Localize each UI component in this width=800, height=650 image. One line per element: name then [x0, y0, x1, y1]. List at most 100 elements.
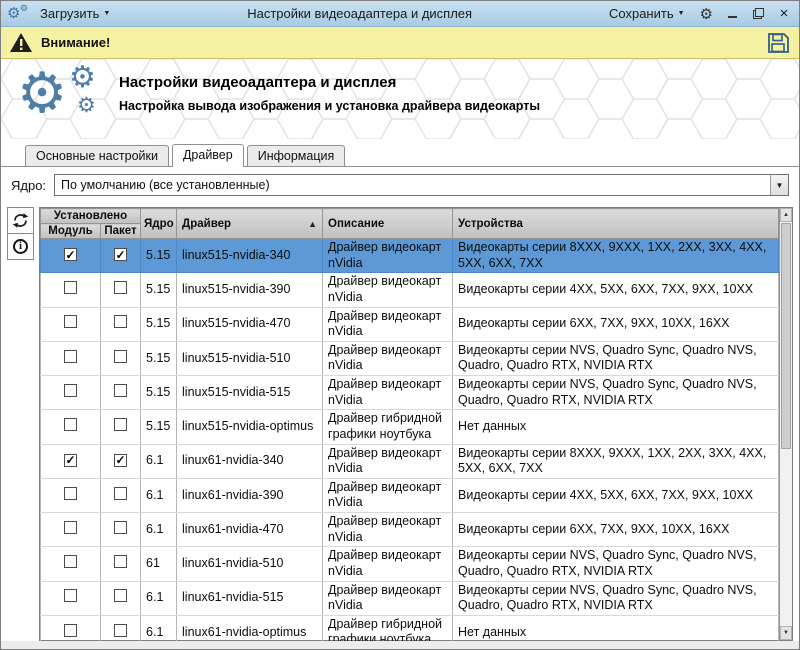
titlebar: ⚙ ⚙ Загрузить ▼ Настройки видеоадаптера и… [1, 1, 799, 27]
table-row[interactable]: 5.15 linux515-nvidia-515 Драйвер видеокарт… [40, 374, 779, 411]
package-cell [99, 306, 142, 342]
devices-cell: Видеокарты серии 8XXX, 9XXX, 1XX, 2XX, 3… [452, 443, 779, 479]
column-header-driver-label: Драйвер [182, 217, 232, 230]
module-checkbox[interactable] [64, 281, 77, 295]
module-checkbox[interactable] [64, 349, 77, 363]
module-checkbox[interactable] [64, 555, 77, 569]
kernel-cell: 5.15 [140, 272, 178, 308]
tab-basic-settings[interactable]: Основные настройки [25, 145, 169, 166]
info-icon: i [13, 239, 28, 254]
package-checkbox[interactable] [114, 520, 127, 534]
table-row[interactable]: 6.1 linux61-nvidia-390 Драйвер видеокарт n… [40, 477, 779, 514]
devices-cell: Видеокарты серии NVS, Quadro Sync, Quadr… [452, 340, 779, 377]
floppy-disk-icon [768, 32, 789, 53]
package-checkbox[interactable] [114, 486, 127, 500]
settings-gear-icon[interactable]: ⚙ [698, 5, 715, 23]
vertical-scrollbar[interactable]: ▲ ▼ [779, 208, 792, 640]
table-row[interactable]: 5.15 linux515-nvidia-390 Драйвер видеокарт… [40, 272, 779, 308]
column-header-installed[interactable]: Установлено [39, 208, 142, 224]
minimize-button[interactable] [723, 5, 741, 23]
driver-cell: linux61-nvidia-510 [176, 546, 324, 582]
module-checkbox[interactable] [64, 520, 77, 534]
window-bottom-strip [1, 641, 799, 649]
table-row[interactable]: 6.1 linux61-nvidia-515 Драйвер видеокарт n… [40, 580, 779, 616]
table-row[interactable]: 5.15 linux515-nvidia-510 Драйвер видеокарт… [40, 340, 779, 377]
load-menu-label: Загрузить [40, 6, 100, 21]
load-menu-button[interactable]: Загрузить ▼ [35, 4, 115, 23]
devices-cell: Видеокарты серии NVS, Quadro Sync, Quadr… [452, 580, 779, 616]
package-checkbox[interactable] [114, 281, 127, 295]
devices-cell: Видеокарты серии 6XX, 7XX, 9XX, 10XX, 16… [452, 511, 779, 548]
package-checkbox[interactable] [114, 349, 127, 363]
large-gear-icon: ⚙ [17, 61, 68, 124]
scrollbar-track[interactable] [780, 222, 792, 626]
module-checkbox[interactable] [64, 589, 77, 603]
table-row[interactable]: ✓ ✓ 5.15 linux515-nvidia-340 Драйвер видеока… [40, 237, 779, 274]
table-row[interactable]: 61 linux61-nvidia-510 Драйвер видеокарт nV… [40, 546, 779, 582]
driver-table-body: ✓ ✓ 5.15 linux515-nvidia-340 Драйвер видеока… [40, 237, 779, 649]
medium-gear-icon: ⚙ [69, 61, 96, 94]
table-row[interactable]: 6.1 linux61-nvidia-470 Драйвер видеокарт n… [40, 511, 779, 548]
driver-cell: linux515-nvidia-515 [176, 374, 324, 411]
scrollbar-thumb[interactable] [781, 223, 791, 450]
package-checkbox[interactable] [114, 418, 127, 432]
module-checkbox[interactable] [64, 383, 77, 397]
package-cell [99, 477, 142, 514]
description-cell: Драйвер видеокарт nVidia [322, 272, 454, 308]
kernel-cell: 5.15 [140, 409, 178, 445]
table-row[interactable]: 5.15 linux515-nvidia-optimus Драйвер гибри… [40, 409, 779, 445]
scroll-up-button[interactable]: ▲ [780, 208, 792, 222]
package-checkbox[interactable]: ✓ [114, 453, 127, 467]
module-checkbox[interactable]: ✓ [64, 453, 77, 467]
refresh-button[interactable] [7, 207, 34, 234]
package-checkbox[interactable] [114, 315, 127, 329]
package-checkbox[interactable] [114, 555, 127, 569]
description-cell: Драйвер видеокарт nVidia [322, 237, 454, 274]
column-header-devices[interactable]: Устройства [452, 208, 779, 239]
package-checkbox[interactable]: ✓ [114, 248, 127, 262]
table-header: Установлено Ядро Драйвер ▲ Описание Устр… [39, 208, 779, 239]
devices-cell: Видеокарты серии 6XX, 7XX, 9XX, 10XX, 16… [452, 306, 779, 342]
kernel-dropdown-button[interactable]: ▼ [770, 175, 788, 195]
column-header-description[interactable]: Описание [322, 208, 454, 239]
module-checkbox[interactable] [64, 486, 77, 500]
chevron-down-icon: ▼ [775, 180, 784, 190]
package-checkbox[interactable] [114, 623, 127, 637]
package-checkbox[interactable] [114, 383, 127, 397]
tab-bar: Основные настройки Драйвер Информация [1, 139, 799, 167]
module-cell [40, 374, 101, 411]
driver-cell: linux515-nvidia-390 [176, 272, 324, 308]
save-file-button[interactable] [765, 30, 791, 56]
kernel-cell: 6.1 [140, 477, 178, 514]
table-row[interactable]: 5.15 linux515-nvidia-470 Драйвер видеокарт… [40, 306, 779, 342]
column-header-driver[interactable]: Драйвер ▲ [176, 208, 324, 239]
module-checkbox[interactable] [64, 418, 77, 432]
package-cell: ✓ [99, 443, 142, 479]
driver-cell: linux61-nvidia-470 [176, 511, 324, 548]
column-header-module[interactable]: Модуль [40, 223, 101, 239]
module-checkbox[interactable] [64, 315, 77, 329]
close-button[interactable]: × [775, 5, 793, 23]
column-header-kernel[interactable]: Ядро [140, 208, 178, 239]
devices-cell: Видеокарты серии 4XX, 5XX, 6XX, 7XX, 9XX… [452, 272, 779, 308]
small-gear-icon: ⚙ [19, 3, 28, 13]
kernel-cell: 6.1 [140, 443, 178, 479]
tab-driver[interactable]: Драйвер [171, 144, 244, 167]
package-checkbox[interactable] [114, 589, 127, 603]
save-menu-button[interactable]: Сохранить ▼ [604, 4, 690, 23]
maximize-button[interactable] [749, 5, 767, 23]
tab-information[interactable]: Информация [246, 145, 346, 166]
info-button[interactable]: i [7, 233, 34, 260]
driver-table: Установлено Ядро Драйвер ▲ Описание Устр… [39, 207, 793, 649]
page-header: ⚙ ⚙ ⚙ Настройки видеоадаптера и дисплея … [1, 59, 799, 139]
sort-ascending-icon: ▲ [308, 218, 318, 229]
column-header-package[interactable]: Пакет [99, 223, 142, 239]
table-row[interactable]: ✓ ✓ 6.1 linux61-nvidia-340 Драйвер видеокарт… [40, 443, 779, 479]
module-checkbox[interactable] [64, 623, 77, 637]
page-subtitle: Настройка вывода изображения и установка… [119, 99, 541, 113]
module-checkbox[interactable]: ✓ [64, 248, 77, 262]
description-cell: Драйвер видеокарт nVidia [322, 306, 454, 342]
kernel-combobox[interactable]: По умолчанию (все установленные) ▼ [54, 174, 789, 196]
module-cell [40, 511, 101, 548]
scroll-down-button[interactable]: ▼ [780, 626, 792, 640]
